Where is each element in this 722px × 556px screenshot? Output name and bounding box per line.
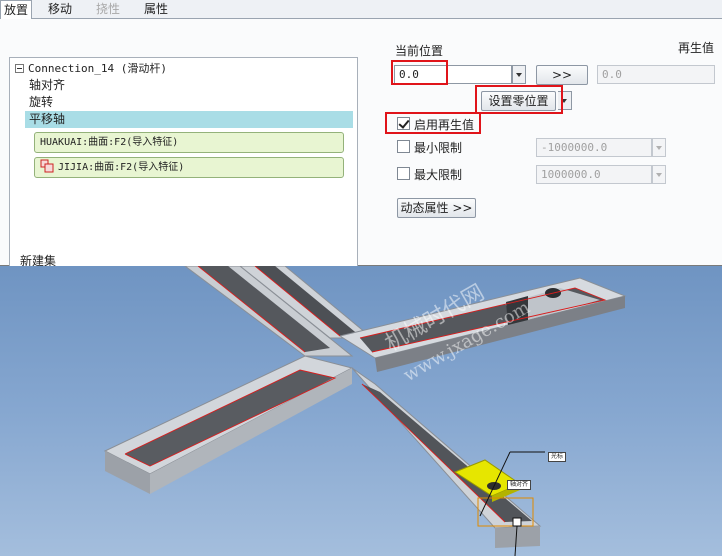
connection-title: Connection_14 (滑动杆) — [28, 62, 167, 75]
highlight-set-zero — [475, 85, 563, 114]
max-limit-label: 最大限制 — [414, 168, 463, 182]
min-limit-input[interactable]: -1000000.0 — [536, 138, 652, 157]
highlight-enable-regen — [385, 112, 481, 134]
max-limit-input[interactable]: 1000000.0 — [536, 165, 652, 184]
model-viewport[interactable]: 光标 轴对齐 — [0, 266, 722, 556]
assembly-icon — [40, 159, 54, 173]
ref-label: JIJIA:曲面:F2(导入特征) — [58, 162, 185, 173]
dynamic-properties-button[interactable]: 动态属性 >> — [397, 198, 476, 218]
max-limit-checkbox[interactable] — [397, 167, 410, 180]
tab-properties[interactable]: 属性 — [134, 0, 178, 19]
cursor-tag: 光标 — [548, 452, 567, 462]
max-limit-dropdown[interactable] — [652, 165, 666, 184]
min-limit-dropdown[interactable] — [652, 138, 666, 157]
tree-item-translation-axis[interactable]: 平移轴 — [25, 111, 353, 128]
copy-to-regen-button[interactable]: >> — [536, 65, 588, 85]
tab-bar: 放置 移动 挠性 属性 — [0, 0, 722, 20]
ref-huakuai[interactable]: HUAKUAI:曲面:F2(导入特征) — [34, 132, 344, 153]
current-position-label: 当前位置 — [395, 44, 444, 58]
tab-flexibility: 挠性 — [95, 2, 120, 16]
current-position-dropdown[interactable] — [512, 65, 526, 84]
tree-item-rotation[interactable]: 旋转 — [29, 94, 53, 111]
regen-value-label: 再生值 — [678, 41, 715, 55]
axis-align-tag: 轴对齐 — [507, 480, 532, 490]
tree-connection[interactable]: Connection_14 (滑动杆) — [10, 60, 350, 77]
highlight-current-position — [391, 60, 448, 85]
tab-placement[interactable]: 放置 — [0, 0, 32, 20]
slide-rail-model — [103, 266, 627, 556]
tree-item-axis-align[interactable]: 轴对齐 — [29, 77, 65, 94]
collapse-icon[interactable] — [15, 64, 24, 73]
connection-tree: Connection_14 (滑动杆) 轴对齐 旋转 平移轴 HUAKUAI:曲… — [9, 57, 358, 275]
regen-value-input[interactable]: 0.0 — [597, 65, 715, 84]
ref-jijia[interactable]: JIJIA:曲面:F2(导入特征) — [34, 157, 344, 178]
placement-panel: Connection_14 (滑动杆) 轴对齐 旋转 平移轴 HUAKUAI:曲… — [0, 19, 722, 275]
tab-move[interactable]: 移动 — [38, 0, 82, 19]
ref-label: HUAKUAI:曲面:F2(导入特征) — [40, 137, 179, 148]
min-limit-label: 最小限制 — [414, 141, 463, 155]
min-limit-checkbox[interactable] — [397, 140, 410, 153]
